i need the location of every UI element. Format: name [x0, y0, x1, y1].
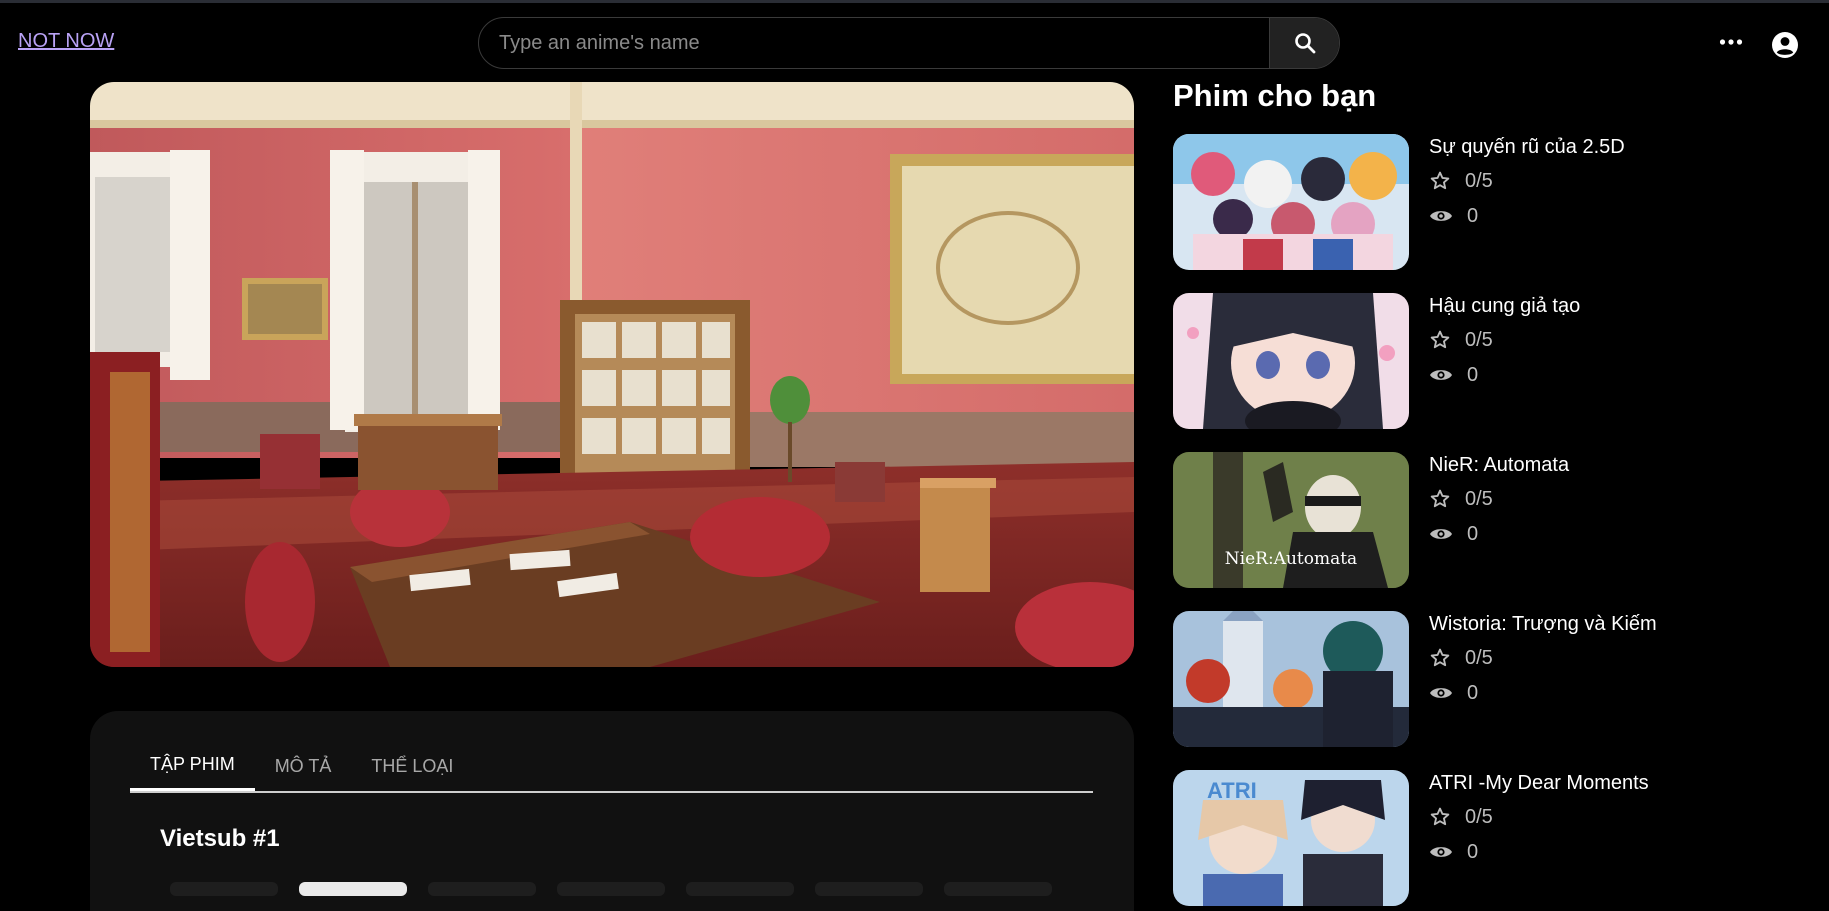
- tab-description[interactable]: MÔ TẢ: [255, 741, 352, 791]
- tab-genres[interactable]: THỂ LOẠI: [351, 741, 473, 791]
- episode-group-title: Vietsub #1: [160, 825, 280, 852]
- rating: 0/5: [1429, 327, 1493, 353]
- rating: 0/5: [1429, 168, 1493, 194]
- rating: 0/5: [1429, 645, 1493, 671]
- star-outline-icon: [1430, 171, 1450, 190]
- anime-title[interactable]: Sự quyến rũ của 2.5D: [1429, 136, 1625, 159]
- anime-thumbnail: [1173, 293, 1409, 429]
- rating-value: 0/5: [1465, 487, 1493, 510]
- video-player[interactable]: [90, 82, 1134, 667]
- top-bar: NOT NOW: [0, 3, 1829, 81]
- view-count: 0: [1467, 522, 1479, 545]
- search-bar: [478, 17, 1340, 69]
- eye-icon: [1430, 211, 1452, 221]
- episode-button[interactable]: [686, 882, 794, 896]
- search-button[interactable]: [1269, 18, 1339, 68]
- tab-episodes[interactable]: TẬP PHIM: [130, 741, 255, 791]
- views: 0: [1429, 680, 1478, 706]
- anime-thumbnail: NieR:Automata: [1173, 452, 1409, 588]
- views: 0: [1429, 362, 1478, 388]
- episode-button[interactable]: [428, 882, 536, 896]
- rating-value: 0/5: [1465, 328, 1493, 351]
- anime-title[interactable]: Hậu cung giả tạo: [1429, 295, 1580, 318]
- thumbnail-logo-text: ATRI: [1207, 778, 1257, 803]
- episode-button[interactable]: [944, 882, 1052, 896]
- tab-bar: TẬP PHIM MÔ TẢ THỂ LOẠI: [130, 741, 1093, 793]
- episode-button[interactable]: [170, 882, 278, 896]
- episode-button[interactable]: [557, 882, 665, 896]
- view-count: 0: [1467, 681, 1479, 704]
- recommendation-card[interactable]: Hậu cung giả tạo 0/5 0: [1173, 293, 1773, 429]
- rating: 0/5: [1429, 804, 1493, 830]
- not-now-link[interactable]: NOT NOW: [18, 30, 114, 53]
- eye-icon: [1430, 688, 1452, 698]
- recommendation-card[interactable]: NieR:Automata NieR: Automata 0/5 0: [1173, 452, 1773, 588]
- episode-button[interactable]: [815, 882, 923, 896]
- search-icon: [1294, 33, 1315, 54]
- view-count: 0: [1467, 204, 1479, 227]
- more-horizontal-icon[interactable]: [1718, 29, 1744, 55]
- thumbnail-logo-text: NieR:Automata: [1225, 549, 1357, 569]
- recommendations-title: Phim cho bạn: [1173, 78, 1377, 113]
- rating-value: 0/5: [1465, 805, 1493, 828]
- views: 0: [1429, 203, 1478, 229]
- episode-button-active[interactable]: [299, 882, 407, 896]
- rating-value: 0/5: [1465, 169, 1493, 192]
- account-circle-icon[interactable]: [1771, 31, 1799, 59]
- recommendation-card[interactable]: Sự quyến rũ của 2.5D 0/5 0: [1173, 134, 1773, 270]
- star-outline-icon: [1430, 489, 1450, 508]
- anime-thumbnail: [1173, 611, 1409, 747]
- star-outline-icon: [1430, 648, 1450, 667]
- view-count: 0: [1467, 840, 1479, 863]
- rating-value: 0/5: [1465, 646, 1493, 669]
- anime-title[interactable]: NieR: Automata: [1429, 454, 1569, 477]
- views: 0: [1429, 521, 1478, 547]
- star-outline-icon: [1430, 807, 1450, 826]
- anime-title[interactable]: Wistoria: Trượng và Kiếm: [1429, 613, 1657, 636]
- eye-icon: [1430, 529, 1452, 539]
- rating: 0/5: [1429, 486, 1493, 512]
- episode-panel: TẬP PHIM MÔ TẢ THỂ LOẠI Vietsub #1: [90, 711, 1134, 911]
- views: 0: [1429, 839, 1478, 865]
- anime-thumbnail: [1173, 134, 1409, 270]
- search-input[interactable]: [479, 18, 1271, 68]
- recommendation-card[interactable]: Wistoria: Trượng và Kiếm 0/5 0: [1173, 611, 1773, 747]
- video-frame-scene: [90, 82, 1134, 667]
- eye-icon: [1430, 847, 1452, 857]
- eye-icon: [1430, 370, 1452, 380]
- star-outline-icon: [1430, 330, 1450, 349]
- view-count: 0: [1467, 363, 1479, 386]
- anime-title[interactable]: ATRI -My Dear Moments: [1429, 772, 1649, 795]
